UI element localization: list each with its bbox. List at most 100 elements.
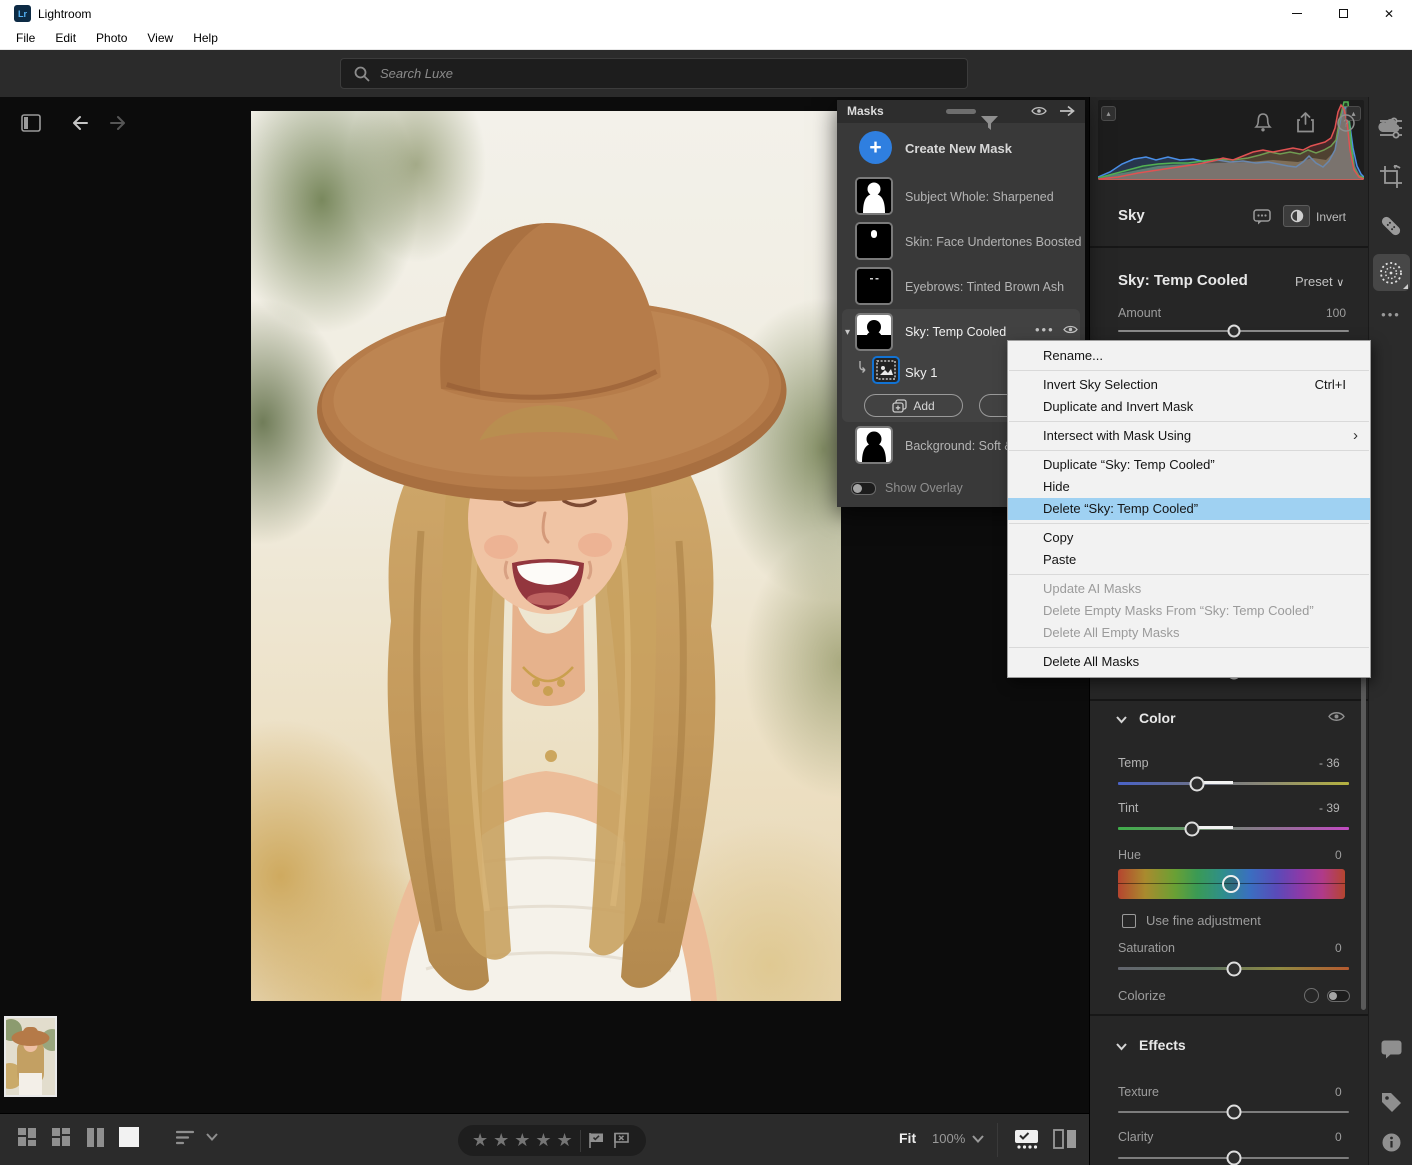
texture-slider[interactable] <box>1118 1111 1349 1113</box>
panel-toggle-icon[interactable] <box>21 114 41 132</box>
menu-item-paste[interactable]: Paste <box>1008 549 1370 571</box>
clarity-slider[interactable] <box>1118 1157 1349 1159</box>
keywords-tag-icon[interactable] <box>1369 1092 1412 1113</box>
menu-photo[interactable]: Photo <box>86 31 137 45</box>
zoom-level[interactable]: 100% <box>932 1131 965 1146</box>
group-caret-icon[interactable]: ▾ <box>845 327 850 338</box>
filter-icon[interactable] <box>981 116 998 131</box>
grid-view-icon[interactable] <box>18 1128 37 1147</box>
texture-slider-knob[interactable] <box>1226 1105 1241 1120</box>
histogram-collapse-left-icon[interactable]: ▴ <box>1101 106 1116 121</box>
colorize-toggle[interactable] <box>1327 990 1350 1002</box>
notifications-bell-icon[interactable] <box>1254 113 1272 133</box>
sort-chevron-icon[interactable] <box>206 1133 218 1141</box>
mask-thumbnail-skin[interactable] <box>855 222 893 260</box>
mask-item-label[interactable]: Eyebrows: Tinted Brown Ash <box>905 280 1064 294</box>
more-tools-icon[interactable]: ••• <box>1369 307 1412 322</box>
effects-section-title[interactable]: Effects <box>1139 1037 1186 1053</box>
masks-visibility-eye-icon[interactable] <box>1031 105 1047 117</box>
sky-mask-label[interactable]: Sky: Temp Cooled <box>905 325 1006 339</box>
color-collapse-chevron-icon[interactable] <box>1116 716 1127 724</box>
menu-item-delete-all-masks[interactable]: Delete All Masks <box>1008 651 1370 673</box>
detail-view-icon[interactable] <box>119 1127 139 1147</box>
help-icon[interactable]: ? <box>1337 114 1355 132</box>
amount-slider-knob[interactable] <box>1227 325 1240 338</box>
tint-slider[interactable] <box>1118 827 1349 830</box>
menu-item-copy[interactable]: Copy <box>1008 527 1370 549</box>
menu-item-invert-sky-selection[interactable]: Invert Sky Selection Ctrl+I <box>1008 374 1370 396</box>
preset-dropdown[interactable]: Preset ∨ <box>1295 274 1344 289</box>
saturation-slider[interactable] <box>1118 967 1349 970</box>
masks-panel-drag-handle[interactable] <box>946 109 976 114</box>
compare-view-icon[interactable] <box>86 1128 105 1147</box>
menu-item-rename[interactable]: Rename... <box>1008 345 1370 367</box>
fit-button[interactable]: Fit <box>899 1130 916 1146</box>
amount-slider[interactable] <box>1118 330 1349 332</box>
saturation-slider-knob[interactable] <box>1226 961 1241 976</box>
menu-item-hide[interactable]: Hide <box>1008 476 1370 498</box>
mask-item-label[interactable]: Skin: Face Undertones Boosted <box>905 235 1082 249</box>
effects-collapse-chevron-icon[interactable] <box>1116 1043 1127 1051</box>
grid-select-icon[interactable] <box>1015 1130 1038 1149</box>
mask-item-label[interactable]: Background: Soft & L <box>905 439 1023 453</box>
clarity-slider-knob[interactable] <box>1226 1151 1241 1165</box>
sky1-component-label[interactable]: Sky 1 <box>905 365 938 380</box>
maximize-button[interactable] <box>1320 0 1366 27</box>
color-section-title[interactable]: Color <box>1139 710 1176 726</box>
sky1-component-thumbnail[interactable] <box>872 356 900 384</box>
menu-edit[interactable]: Edit <box>45 31 86 45</box>
invert-mask-button[interactable] <box>1283 205 1310 227</box>
histogram[interactable]: ▴ ▴ <box>1098 100 1364 180</box>
pick-flag-icon[interactable] <box>588 1132 605 1149</box>
zoom-chevron-icon[interactable] <box>972 1135 984 1143</box>
create-new-mask-label[interactable]: Create New Mask <box>905 141 1012 156</box>
star-rating[interactable]: ★★★★★ <box>458 1130 578 1151</box>
create-new-mask-icon[interactable]: + <box>859 131 892 164</box>
tint-slider-knob[interactable] <box>1184 821 1199 836</box>
mask-thumbnail-sky[interactable] <box>855 313 893 351</box>
search-input[interactable]: Search Luxe <box>340 58 968 89</box>
masks-dock-arrow-icon[interactable] <box>1059 105 1075 117</box>
mask-comment-icon[interactable] <box>1253 209 1271 225</box>
masking-tool-active-background[interactable] <box>1373 254 1410 291</box>
menu-view[interactable]: View <box>137 31 183 45</box>
menu-item-intersect-with-mask-using[interactable]: Intersect with Mask Using › <box>1008 425 1370 447</box>
square-grid-view-icon[interactable] <box>52 1128 71 1147</box>
menu-item-delete-sky-temp-cooled[interactable]: Delete “Sky: Temp Cooled” <box>1008 498 1370 520</box>
hue-slider-knob[interactable] <box>1222 875 1240 893</box>
mask-item-label[interactable]: Subject Whole: Sharpened <box>905 190 1054 204</box>
before-after-icon[interactable] <box>1053 1129 1077 1149</box>
mask-thumbnail-background[interactable] <box>855 426 893 464</box>
close-button[interactable]: ✕ <box>1366 0 1412 27</box>
sky-mask-eye-icon[interactable] <box>1063 324 1078 335</box>
hue-slider[interactable] <box>1118 869 1345 899</box>
sort-icon[interactable] <box>176 1130 198 1145</box>
main-photo[interactable] <box>251 111 841 1001</box>
menu-file[interactable]: File <box>6 31 45 45</box>
masks-panel-header[interactable]: Masks <box>837 100 1085 123</box>
temp-slider[interactable] <box>1118 782 1349 785</box>
menu-help[interactable]: Help <box>183 31 228 45</box>
mask-thumbnail-eyebrows[interactable] <box>855 267 893 305</box>
mask-options-icon[interactable]: ••• <box>1035 322 1055 337</box>
forward-arrow-icon[interactable] <box>108 114 128 132</box>
back-arrow-icon[interactable] <box>70 114 90 132</box>
add-to-mask-button[interactable]: Add <box>864 394 963 417</box>
menu-item-duplicate-sky-temp-cooled[interactable]: Duplicate “Sky: Temp Cooled” <box>1008 454 1370 476</box>
show-overlay-toggle[interactable] <box>851 482 876 495</box>
color-visibility-eye-icon[interactable] <box>1328 710 1345 723</box>
info-icon[interactable] <box>1369 1133 1412 1152</box>
filmstrip-thumbnail[interactable] <box>4 1016 57 1097</box>
share-icon[interactable] <box>1296 112 1315 133</box>
fine-adjustment-checkbox[interactable] <box>1122 914 1136 928</box>
mask-thumbnail-subject[interactable] <box>855 177 893 215</box>
menu-item-duplicate-and-invert-mask[interactable]: Duplicate and Invert Mask <box>1008 396 1370 418</box>
reject-flag-icon[interactable] <box>613 1132 630 1149</box>
minimize-button[interactable] <box>1274 0 1320 27</box>
healing-icon[interactable] <box>1369 213 1412 239</box>
comments-icon[interactable] <box>1369 1040 1412 1059</box>
colorize-swatch-icon[interactable] <box>1304 988 1319 1003</box>
crop-icon[interactable] <box>1369 165 1412 189</box>
cloud-sync-icon[interactable] <box>1378 117 1402 133</box>
temp-slider-knob[interactable] <box>1189 776 1204 791</box>
